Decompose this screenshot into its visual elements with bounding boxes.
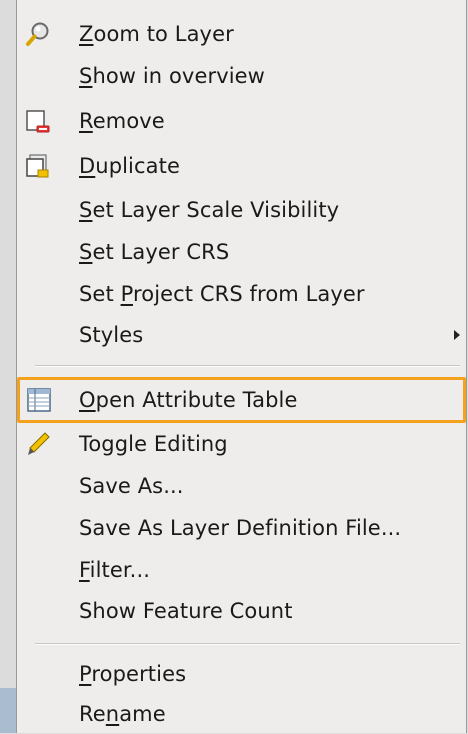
menu-item-label: Save As... (79, 474, 184, 498)
menu-item-duplicate[interactable]: Duplicate (17, 146, 466, 186)
menu-item-label: Show in overview (79, 64, 265, 88)
menu-item-rename[interactable]: Rename (17, 694, 466, 734)
submenu-arrow-icon (454, 330, 460, 340)
pencil-icon (25, 431, 51, 457)
menu-item-set-layer-scale-visibility[interactable]: Set Layer Scale Visibility (17, 190, 466, 230)
menu-item-label: Styles (79, 323, 144, 347)
menu-item-properties[interactable]: Properties (17, 654, 466, 694)
background-canvas (0, 688, 16, 733)
menu-separator (35, 365, 460, 367)
menu-item-remove[interactable]: Remove (17, 101, 466, 141)
menu-item-label: Set Layer CRS (79, 240, 230, 264)
menu-item-zoom-to-layer[interactable]: Zoom to Layer (17, 14, 466, 54)
menu-separator (35, 643, 460, 645)
zoom-icon (25, 21, 51, 47)
menu-item-set-project-crs[interactable]: Set Project CRS from Layer (17, 274, 466, 314)
menu-item-show-in-overview[interactable]: Show in overview (17, 56, 466, 96)
menu-item-set-layer-crs[interactable]: Set Layer CRS (17, 232, 466, 272)
menu-item-label: Duplicate (79, 154, 180, 178)
attribute-table-icon (26, 387, 52, 413)
layer-context-menu: Zoom to Layer Show in overview Remove Du… (16, 0, 467, 733)
menu-item-toggle-editing[interactable]: Toggle Editing (17, 424, 466, 464)
menu-item-label: Filter... (79, 558, 151, 582)
menu-item-label: Zoom to Layer (79, 22, 234, 46)
menu-item-label: Set Layer Scale Visibility (79, 198, 340, 222)
menu-item-filter[interactable]: Filter... (17, 550, 466, 590)
menu-item-open-attribute-table[interactable]: Open Attribute Table (17, 377, 466, 423)
menu-item-save-as[interactable]: Save As... (17, 466, 466, 506)
menu-item-label: Remove (79, 109, 165, 133)
menu-item-save-as-layer-definition[interactable]: Save As Layer Definition File... (17, 508, 466, 548)
menu-item-label: Save As Layer Definition File... (79, 516, 402, 540)
menu-item-label: Rename (79, 702, 166, 726)
menu-item-label: Open Attribute Table (79, 388, 298, 412)
remove-layer-icon (25, 108, 51, 134)
menu-item-label: Toggle Editing (79, 432, 228, 456)
menu-item-label: Properties (79, 662, 187, 686)
menu-item-styles[interactable]: Styles (17, 315, 466, 355)
duplicate-layer-icon (25, 153, 51, 179)
menu-item-label: Show Feature Count (79, 599, 293, 623)
menu-item-show-feature-count[interactable]: Show Feature Count (17, 591, 466, 631)
menu-item-label: Set Project CRS from Layer (79, 282, 365, 306)
